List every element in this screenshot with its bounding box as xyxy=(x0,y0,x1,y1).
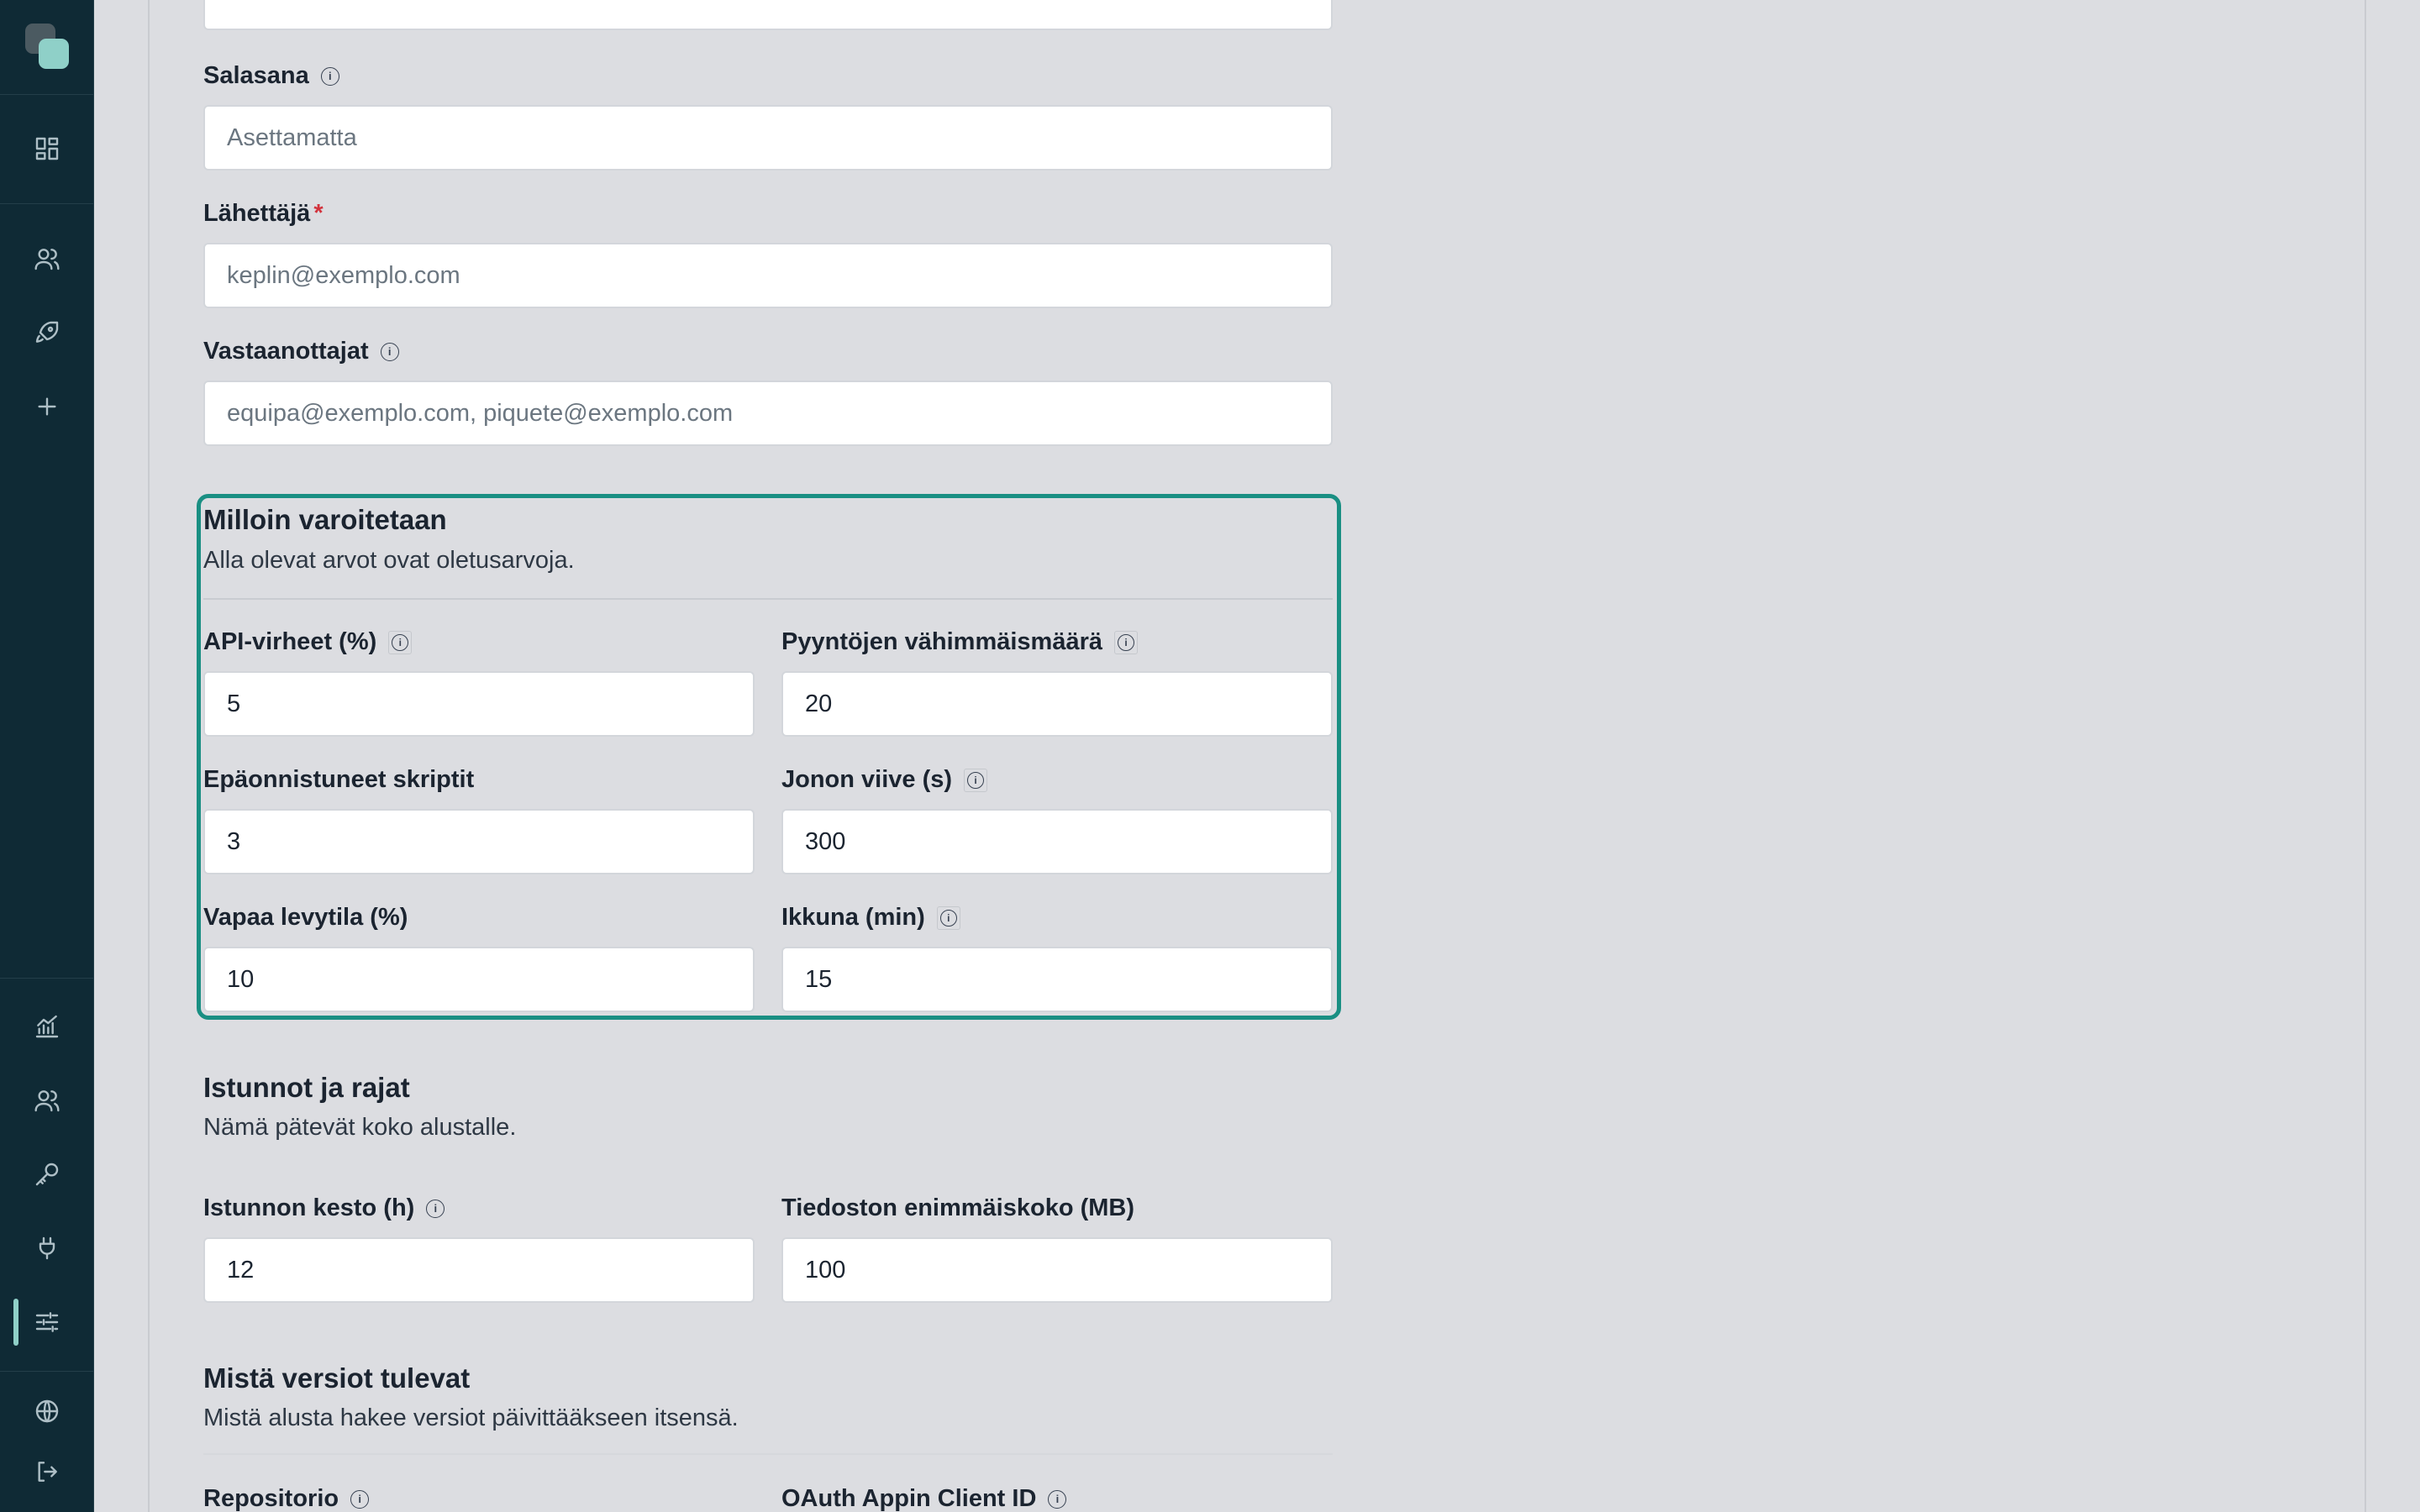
top-field[interactable] xyxy=(203,0,1333,30)
sidebar-divider xyxy=(0,978,94,979)
session-duration-label: Istunnon kesto (h) i xyxy=(203,1194,445,1222)
dashboard-icon[interactable] xyxy=(0,122,94,176)
info-icon[interactable]: i xyxy=(320,66,339,86)
globe-icon[interactable] xyxy=(0,1384,94,1438)
alerts-title: Milloin varoitetaan xyxy=(203,504,447,535)
users-icon[interactable] xyxy=(0,1074,94,1127)
info-icon[interactable]: i xyxy=(388,630,413,654)
rocket-icon[interactable] xyxy=(0,306,94,360)
max-file-size-field[interactable]: 100 xyxy=(781,1237,1333,1303)
sidebar xyxy=(0,0,94,1512)
info-icon[interactable]: i xyxy=(1048,1489,1067,1509)
plus-icon[interactable] xyxy=(0,380,94,433)
api-errors-field[interactable]: 5 xyxy=(203,671,755,737)
section-divider xyxy=(203,598,1333,600)
info-icon[interactable]: i xyxy=(350,1489,370,1509)
sessions-title: Istunnot ja rajat xyxy=(203,1072,410,1103)
password-label: Salasana i xyxy=(203,62,339,90)
alerts-subtitle: Alla olevat arvot ovat oletusarvoja. xyxy=(203,547,575,574)
session-duration-field[interactable]: 12 xyxy=(203,1237,755,1303)
sliders-icon[interactable] xyxy=(0,1295,94,1349)
info-icon[interactable]: i xyxy=(936,906,960,930)
plug-icon[interactable] xyxy=(0,1221,94,1275)
window-label: Ikkuna (min) i xyxy=(781,904,960,932)
min-requests-label: Pyyntöjen vähimmäismäärä i xyxy=(781,628,1139,656)
oauth-client-id-label: OAuth Appin Client ID i xyxy=(781,1485,1067,1512)
queue-delay-field[interactable]: 300 xyxy=(781,809,1333,874)
section-divider xyxy=(203,1453,1333,1455)
sidebar-divider xyxy=(0,1371,94,1372)
sender-field[interactable]: keplin@exemplo.com xyxy=(203,243,1333,308)
sessions-subtitle: Nämä pätevät koko alustalle. xyxy=(203,1114,517,1141)
free-disk-field[interactable]: 10 xyxy=(203,947,755,1012)
chart-icon[interactable] xyxy=(0,1000,94,1053)
key-icon[interactable] xyxy=(0,1147,94,1201)
window-field[interactable]: 15 xyxy=(781,947,1333,1012)
versions-subtitle: Mistä alusta hakee versiot päivittääksee… xyxy=(203,1404,739,1431)
failed-scripts-label: Epäonnistuneet skriptit xyxy=(203,766,475,793)
api-errors-label: API-virheet (%) i xyxy=(203,628,413,656)
queue-delay-label: Jonon viive (s) i xyxy=(781,766,988,794)
max-file-size-label: Tiedoston enimmäiskoko (MB) xyxy=(781,1194,1135,1221)
users-icon[interactable] xyxy=(0,232,94,286)
recipients-label: Vastaanottajat i xyxy=(203,338,399,365)
sidebar-divider xyxy=(0,94,94,95)
info-icon[interactable]: i xyxy=(1114,630,1139,654)
info-icon[interactable]: i xyxy=(380,342,399,361)
info-icon[interactable]: i xyxy=(964,768,988,792)
recipients-field[interactable]: equipa@exemplo.com, piquete@exemplo.com xyxy=(203,381,1333,446)
sidebar-divider xyxy=(0,203,94,204)
sender-label: Lähettäjä * xyxy=(203,200,324,227)
password-field[interactable]: Asettamatta xyxy=(203,105,1333,171)
repository-label: Repositorio i xyxy=(203,1485,370,1512)
info-icon[interactable]: i xyxy=(426,1199,445,1218)
app-logo[interactable] xyxy=(24,24,71,71)
logout-icon[interactable] xyxy=(0,1445,94,1499)
free-disk-label: Vapaa levytila (%) xyxy=(203,904,408,931)
failed-scripts-field[interactable]: 3 xyxy=(203,809,755,874)
min-requests-field[interactable]: 20 xyxy=(781,671,1333,737)
versions-title: Mistä versiot tulevat xyxy=(203,1362,471,1394)
